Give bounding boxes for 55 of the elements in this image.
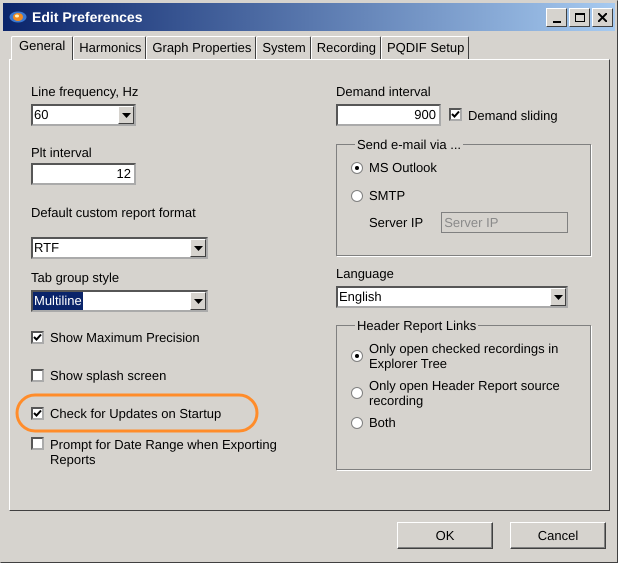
maximize-button[interactable]	[569, 8, 590, 26]
tab[interactable]: General	[11, 36, 74, 60]
dropdown[interactable]: Multiline	[31, 290, 208, 312]
checkbox[interactable]	[31, 330, 44, 344]
field-label: Line frequency, Hz	[31, 84, 140, 100]
checkbox[interactable]	[31, 368, 44, 382]
radio-label: Only open checked recordings in Explorer Tree	[369, 341, 560, 371]
radio-button[interactable]	[351, 190, 363, 202]
radio-label: Both	[369, 415, 396, 430]
field-label: Demand interval	[336, 84, 432, 100]
group-title: Send e-mail via ...	[356, 137, 462, 152]
field-label: Server IP	[369, 215, 424, 230]
radio-button[interactable]	[351, 350, 363, 362]
tab[interactable]: PQDIF Setup	[380, 36, 470, 59]
minimize-button[interactable]	[546, 8, 567, 26]
dropdown-value: Multiline	[33, 292, 83, 310]
radio-label: Only open Header Report source recording	[369, 378, 561, 408]
dropdown-value: RTF	[33, 239, 60, 257]
dropdown[interactable]: 60	[31, 104, 136, 126]
checkbox-label: Demand sliding	[468, 108, 558, 122]
radio-button[interactable]	[351, 416, 363, 428]
tab[interactable]: Recording	[310, 36, 381, 59]
tab[interactable]: System	[256, 36, 311, 59]
dropdown-value: 60	[33, 106, 50, 124]
maximize-icon	[574, 12, 584, 22]
radio-button[interactable]	[351, 162, 363, 174]
checkbox[interactable]	[31, 406, 44, 420]
number-field[interactable]: 12	[31, 163, 136, 185]
tab[interactable]: Harmonics	[73, 36, 146, 59]
radio-button[interactable]	[351, 387, 363, 399]
field-label: Tab group style	[31, 270, 120, 286]
radio-label: SMTP	[369, 188, 406, 203]
checkbox-label: Show Maximum Precision	[50, 330, 200, 344]
dialog-button[interactable]: OK	[397, 522, 493, 549]
field-label: Plt interval	[31, 145, 93, 161]
checkbox-label: Check for Updates on Startup	[50, 406, 222, 420]
number-field[interactable]: 900	[336, 104, 441, 126]
checkbox[interactable]	[31, 437, 44, 450]
close-icon	[598, 12, 607, 22]
checkbox-label: Prompt for Date Range when Exporting Reports	[50, 437, 278, 467]
close-button[interactable]	[592, 8, 613, 26]
dropdown[interactable]: English	[336, 286, 568, 308]
radio-label: MS Outlook	[369, 160, 437, 175]
field-label: Language	[336, 266, 395, 282]
window-title: Edit Preferences	[32, 9, 144, 25]
checkbox[interactable]	[449, 108, 462, 120]
group-title: Header Report Links	[356, 318, 478, 333]
minimize-icon	[552, 20, 560, 22]
tab[interactable]: Graph Properties	[146, 36, 256, 59]
dropdown-value: English	[338, 288, 383, 306]
field-label: Default custom report format	[31, 205, 197, 221]
app-icon	[9, 11, 27, 23]
checkbox-label: Show splash screen	[50, 368, 166, 382]
dialog-button[interactable]: Cancel	[510, 522, 606, 549]
dropdown[interactable]: RTF	[31, 237, 208, 259]
